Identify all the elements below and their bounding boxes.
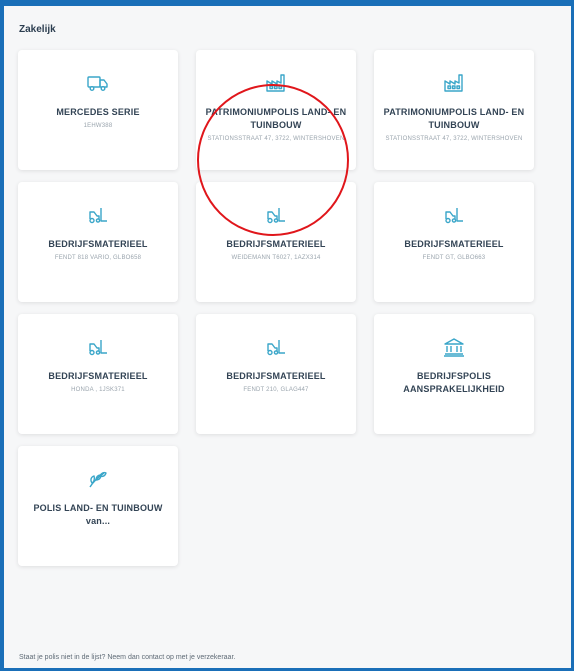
policy-title: BEDRIJFSPOLIS AANSPRAKELIJKHEID (403, 371, 505, 394)
policy-subtitle: WEIDEMANN T6027, 1AZX314 (231, 255, 321, 261)
business-policies-panel: Zakelijk MERCEDES SERIE 1EHW388 PATRIMON… (0, 0, 574, 671)
contact-insurer-note: Staat je polis niet in de lijst? Neem da… (19, 654, 236, 661)
forklift-icon (86, 336, 110, 358)
policy-subtitle: 1EHW388 (83, 123, 113, 129)
policy-subtitle: STATIONSSTRAAT 47, 3722, WINTERSHOVEN (207, 136, 345, 142)
forklift-icon (264, 336, 288, 358)
section-title: Zakelijk (19, 24, 56, 35)
policy-title: BEDRIJFSMATERIEEL (404, 239, 504, 249)
policy-title: BEDRIJFSMATERIEEL (226, 371, 326, 381)
policy-card[interactable]: BEDRIJFSMATERIEEL WEIDEMANN T6027, 1AZX3… (196, 182, 356, 302)
policy-title: PATRIMONIUMPOLIS LAND- EN TUINBOUW (205, 107, 347, 130)
policy-grid: MERCEDES SERIE 1EHW388 PATRIMONIUMPOLIS … (18, 50, 534, 566)
forklift-icon (86, 204, 110, 226)
truck-icon (86, 72, 110, 94)
forklift-icon (264, 204, 288, 226)
policy-card[interactable]: BEDRIJFSPOLIS AANSPRAKELIJKHEID (374, 314, 534, 434)
policy-card[interactable]: BEDRIJFSMATERIEEL FENDT 210, GLAG447 (196, 314, 356, 434)
policy-title: BEDRIJFSMATERIEEL (226, 239, 326, 249)
policy-card[interactable]: BEDRIJFSMATERIEEL FENDT GT, GLBO663 (374, 182, 534, 302)
policy-card[interactable]: PATRIMONIUMPOLIS LAND- EN TUINBOUW STATI… (196, 50, 356, 170)
policy-subtitle: HONDA , 1JSK371 (71, 387, 125, 393)
forklift-icon (442, 204, 466, 226)
policy-subtitle: FENDT 818 VARIO, GLBO658 (54, 255, 142, 261)
factory-icon (442, 72, 466, 94)
policy-card[interactable]: PATRIMONIUMPOLIS LAND- EN TUINBOUW STATI… (374, 50, 534, 170)
policy-card[interactable]: MERCEDES SERIE 1EHW388 (18, 50, 178, 170)
policy-title: POLIS LAND- EN TUINBOUW van... (33, 503, 163, 526)
policy-title: BEDRIJFSMATERIEEL (48, 239, 148, 249)
policy-subtitle: STATIONSSTRAAT 47, 3722, WINTERSHOVEN (385, 136, 523, 142)
policy-card[interactable]: BEDRIJFSMATERIEEL HONDA , 1JSK371 (18, 314, 178, 434)
leaf-icon (86, 468, 110, 490)
policy-subtitle: FENDT GT, GLBO663 (422, 255, 486, 261)
bank-icon (442, 336, 466, 358)
policy-card[interactable]: POLIS LAND- EN TUINBOUW van... (18, 446, 178, 566)
policy-card[interactable]: BEDRIJFSMATERIEEL FENDT 818 VARIO, GLBO6… (18, 182, 178, 302)
policy-title: PATRIMONIUMPOLIS LAND- EN TUINBOUW (383, 107, 525, 130)
policy-title: MERCEDES SERIE (56, 107, 140, 117)
policy-title: BEDRIJFSMATERIEEL (48, 371, 148, 381)
policy-subtitle: FENDT 210, GLAG447 (243, 387, 309, 393)
factory-icon (264, 72, 288, 94)
